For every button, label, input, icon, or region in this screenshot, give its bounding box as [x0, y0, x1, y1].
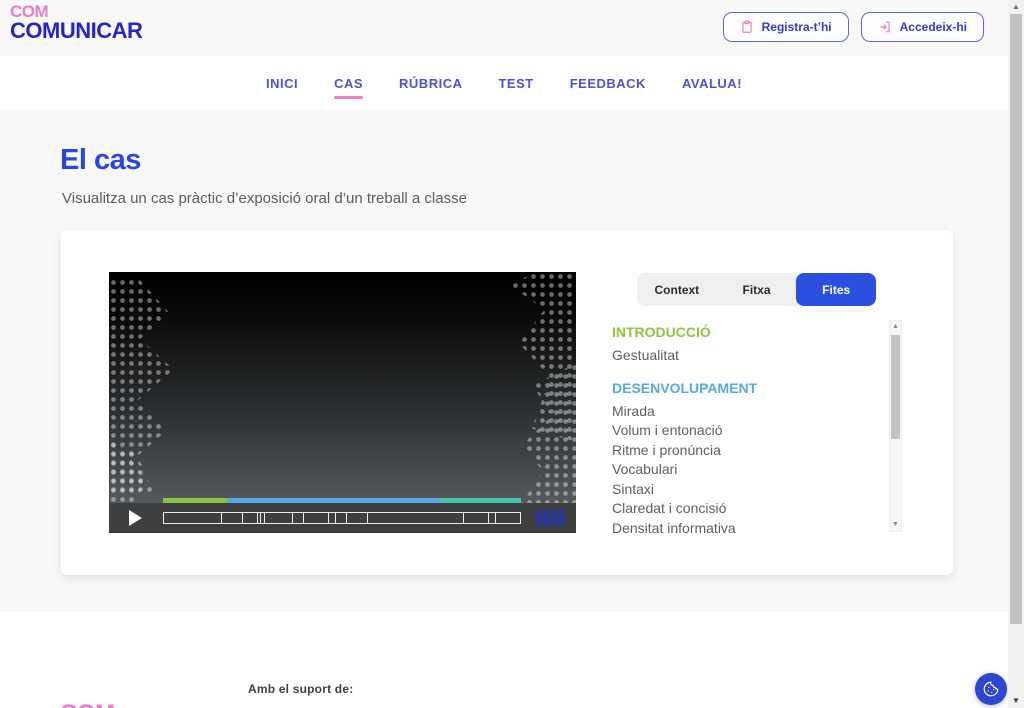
dot-pattern-bottom-right: [498, 363, 576, 503]
page-scroll-up-icon[interactable]: ▲: [1008, 0, 1024, 14]
timeline-tick: [260, 513, 261, 523]
active-nav-underline: [334, 96, 363, 99]
milestone-item[interactable]: Gestualitat: [612, 346, 880, 366]
equalizer-bar: [561, 510, 564, 526]
tab-fitxa[interactable]: Fitxa: [717, 273, 797, 306]
page-scroll-down-icon[interactable]: ▼: [1008, 694, 1024, 708]
main-section: El cas Visualitza un cas pràctic d’expos…: [0, 110, 1008, 612]
register-button[interactable]: Registra-t’hi: [723, 12, 849, 42]
milestone-item[interactable]: Ritme i pronúncia: [612, 441, 880, 461]
nav-item-rbrica[interactable]: RÚBRICA: [399, 72, 462, 95]
main-nav: INICI CAS RÚBRICA TEST FEEDBACK AVALUA!: [0, 56, 1008, 110]
timeline-tick: [303, 513, 304, 523]
page-title: El cas: [60, 144, 141, 177]
login-icon: [878, 20, 892, 34]
logo-line2: COMUNICAR: [10, 20, 142, 42]
milestone-item[interactable]: Sintaxi: [612, 480, 880, 500]
timeline-tick: [257, 513, 258, 523]
page-subtitle: Visualitza un cas pràctic d’exposició or…: [62, 190, 467, 207]
timeline-tick: [463, 513, 464, 523]
page-scrollbar[interactable]: ▲ ▼: [1008, 0, 1024, 708]
cookie-icon: [982, 680, 1000, 698]
video-controls: [109, 503, 576, 533]
milestone-item[interactable]: Volum i entonació: [612, 421, 880, 441]
support-text: Amb el suport de:: [248, 682, 353, 696]
video-player[interactable]: [109, 272, 576, 533]
nav-item-avalua[interactable]: AVALUA!: [682, 72, 742, 95]
top-bar: COM COMUNICAR Registra-t’hi Accedeix-hi: [0, 0, 1008, 56]
milestones-scrollbar[interactable]: ▲ ▼: [889, 320, 902, 532]
account-buttons: Registra-t’hi Accedeix-hi: [723, 12, 984, 42]
tab-context[interactable]: Context: [637, 273, 717, 306]
case-card: ContextFitxaFites INTRODUCCIÓ Gestualitat…: [61, 230, 953, 575]
milestones-list: INTRODUCCIÓ Gestualitat DESENVOLUPAMENT Mir…: [612, 320, 880, 538]
page-scrollbar-thumb[interactable]: [1010, 14, 1022, 624]
site-logo[interactable]: COM COMUNICAR: [10, 3, 142, 42]
register-button-label: Registra-t’hi: [762, 20, 832, 34]
timeline-tick: [328, 513, 329, 523]
login-button-label: Accedeix-hi: [900, 20, 967, 34]
timeline-tick: [335, 513, 336, 523]
timeline-tick: [495, 513, 496, 523]
timeline-tick: [346, 513, 347, 523]
page: COM COMUNICAR Registra-t’hi Accedeix-hi …: [0, 0, 1024, 708]
section-title: DESENVOLUPAMENT: [612, 380, 880, 396]
equalizer-bar: [549, 510, 552, 526]
timeline-tick: [488, 513, 489, 523]
timeline-tick: [292, 513, 293, 523]
tab-fites[interactable]: Fites: [796, 273, 876, 306]
equalizer-bar: [543, 510, 546, 526]
play-icon[interactable]: [129, 510, 142, 526]
footer-logo-partial: COM: [60, 700, 115, 708]
footer: Amb el suport de: COM: [0, 612, 1008, 708]
milestone-item[interactable]: Densitat informativa: [612, 519, 880, 539]
milestone-item[interactable]: Claredat i concisió: [612, 499, 880, 519]
section-title: INTRODUCCIÓ: [612, 324, 880, 340]
video-timeline[interactable]: [163, 512, 521, 524]
equalizer-bar: [537, 510, 540, 526]
milestones-scrollbar-thumb[interactable]: [891, 335, 900, 439]
cookie-settings-button[interactable]: [975, 673, 1007, 705]
timeline-tick: [264, 513, 265, 523]
nav-item-cas[interactable]: CAS: [334, 72, 363, 95]
timeline-tick: [242, 513, 243, 523]
nav-item-inici[interactable]: INICI: [266, 72, 298, 95]
panel-tabs: ContextFitxaFites: [637, 273, 876, 306]
timeline-tick: [221, 513, 222, 523]
clipboard-icon: [740, 20, 754, 34]
equalizer-bar: [555, 510, 558, 526]
milestone-item[interactable]: Vocabulari: [612, 460, 880, 480]
equalizer-icon[interactable]: [537, 510, 564, 526]
timeline-tick: [367, 513, 368, 523]
milestones-pane: INTRODUCCIÓ Gestualitat DESENVOLUPAMENT Mir…: [612, 320, 902, 540]
milestone-item[interactable]: Mirada: [612, 402, 880, 422]
scroll-down-icon[interactable]: ▼: [890, 519, 901, 531]
scroll-up-icon[interactable]: ▲: [890, 321, 901, 333]
login-button[interactable]: Accedeix-hi: [861, 12, 984, 42]
nav-item-test[interactable]: TEST: [498, 72, 533, 95]
nav-item-feedback[interactable]: FEEDBACK: [570, 72, 646, 95]
